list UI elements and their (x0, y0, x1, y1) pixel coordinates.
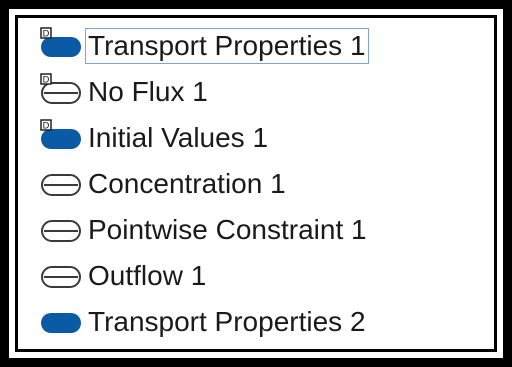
domain-feature-default-icon: D (38, 115, 84, 161)
boundary-feature-default-icon: D (38, 69, 84, 115)
svg-text:D: D (43, 30, 50, 40)
tree-item-label: Outflow 1 (88, 260, 207, 291)
tree-item-concentration-1[interactable]: Concentration 1 (38, 161, 512, 207)
tree-item-transport-properties-2[interactable]: Transport Properties 2 (38, 299, 512, 345)
tree-item-label: No Flux 1 (88, 76, 208, 107)
tree-item-transport-properties-1[interactable]: D Transport Properties 1 (38, 23, 512, 69)
tree-item-label: Transport Properties 1 (85, 28, 369, 64)
svg-text:D: D (43, 76, 50, 86)
tree-item-initial-values-1[interactable]: D Initial Values 1 (38, 115, 512, 161)
model-builder-tree: D Transport Properties 1 D No Flux 1 D I… (38, 23, 512, 345)
tree-item-label: Initial Values 1 (88, 122, 269, 153)
domain-feature-icon (38, 299, 84, 345)
boundary-feature-icon (38, 207, 84, 253)
tree-item-outflow-1[interactable]: Outflow 1 (38, 253, 512, 299)
tree-item-label: Concentration 1 (88, 168, 286, 199)
svg-text:D: D (43, 122, 50, 132)
tree-item-label: Pointwise Constraint 1 (88, 214, 367, 245)
boundary-feature-icon (38, 161, 84, 207)
tree-item-no-flux-1[interactable]: D No Flux 1 (38, 69, 512, 115)
domain-feature-default-icon: D (38, 23, 84, 69)
tree-item-pointwise-constraint-1[interactable]: Pointwise Constraint 1 (38, 207, 512, 253)
boundary-feature-icon (38, 253, 84, 299)
tree-item-label: Transport Properties 2 (88, 306, 366, 337)
